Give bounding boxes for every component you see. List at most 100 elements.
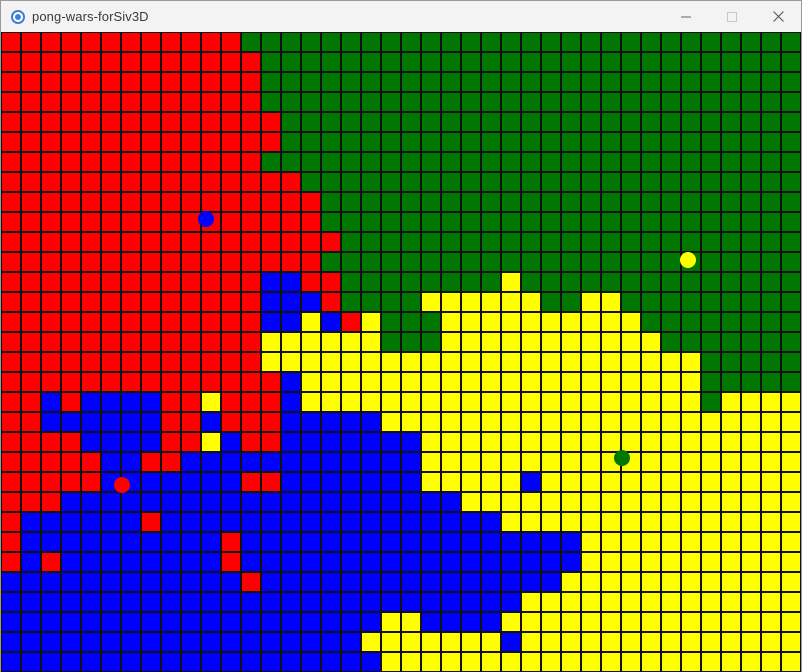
grid-cell [182,573,200,591]
grid-cell [142,353,160,371]
title-bar[interactable]: pong-wars-forSiv3D [1,1,801,32]
grid-cell [402,493,420,511]
grid-cell [62,633,80,651]
grid-cell [502,453,520,471]
grid-cell [342,553,360,571]
grid-cell [402,453,420,471]
maximize-button[interactable] [709,1,755,32]
grid-cell [282,153,300,171]
grid-cell [102,253,120,271]
grid-cell [342,253,360,271]
grid-cell [2,433,20,451]
grid-cell [642,393,660,411]
grid-cell [342,193,360,211]
grid-cell [542,213,560,231]
grid-cell [82,653,100,671]
grid-cell [662,633,680,651]
grid-cell [22,233,40,251]
grid-cell [762,53,780,71]
grid-cell [302,73,320,91]
grid-cell [582,593,600,611]
grid-cell [722,453,740,471]
grid-cell [602,513,620,531]
grid-cell [302,93,320,111]
close-button[interactable] [755,1,801,32]
grid-cell [82,73,100,91]
grid-cell [202,293,220,311]
grid-cell [522,33,540,51]
grid-cell [322,333,340,351]
grid-cell [402,433,420,451]
grid-cell [102,153,120,171]
grid-cell [442,513,460,531]
grid-cell [162,173,180,191]
grid-cell [122,493,140,511]
grid-cell [762,393,780,411]
grid-cell [482,453,500,471]
grid-cell [422,353,440,371]
grid-cell [362,473,380,491]
grid-cell [462,93,480,111]
grid-cell [622,53,640,71]
grid-cell [642,473,660,491]
grid-cell [262,253,280,271]
grid-cell [182,193,200,211]
grid-cell [442,593,460,611]
grid-cell [542,553,560,571]
grid-cell [522,393,540,411]
grid-cell [262,633,280,651]
grid-cell [22,33,40,51]
grid-cell [322,313,340,331]
grid-cell [102,653,120,671]
grid-cell [442,633,460,651]
grid-cell [582,253,600,271]
grid-cell [122,393,140,411]
grid-cell [202,133,220,151]
grid-cell [2,613,20,631]
grid-cell [722,33,740,51]
grid-cell [522,553,540,571]
grid-cell [682,473,700,491]
grid-cell [542,573,560,591]
grid-cell [422,413,440,431]
grid-cell [422,373,440,391]
minimize-button[interactable] [663,1,709,32]
grid-cell [362,553,380,571]
grid-cell [362,33,380,51]
grid-cell [582,333,600,351]
grid-cell [42,453,60,471]
grid-cell [322,513,340,531]
grid-cell [22,173,40,191]
grid-cell [482,193,500,211]
grid-cell [222,193,240,211]
grid-cell [722,373,740,391]
grid-cell [382,113,400,131]
grid-cell [382,493,400,511]
grid-cell [302,233,320,251]
grid-cell [162,213,180,231]
grid-cell [382,533,400,551]
grid-cell [742,193,760,211]
grid-cell [222,373,240,391]
grid-cell [422,613,440,631]
grid-cell [502,553,520,571]
grid-cell [722,173,740,191]
grid-cell [162,413,180,431]
grid-cell [602,653,620,671]
grid-cell [702,113,720,131]
grid-cell [2,253,20,271]
grid-cell [422,133,440,151]
grid-cell [342,113,360,131]
grid-cell [42,573,60,591]
grid-cell [602,53,620,71]
grid-cell [662,293,680,311]
grid-cell [102,133,120,151]
grid-cell [442,193,460,211]
grid-cell [142,473,160,491]
grid-cell [722,573,740,591]
grid-cell [762,173,780,191]
grid-cell [602,413,620,431]
grid-cell [402,33,420,51]
grid-cell [422,193,440,211]
grid-cell [722,113,740,131]
